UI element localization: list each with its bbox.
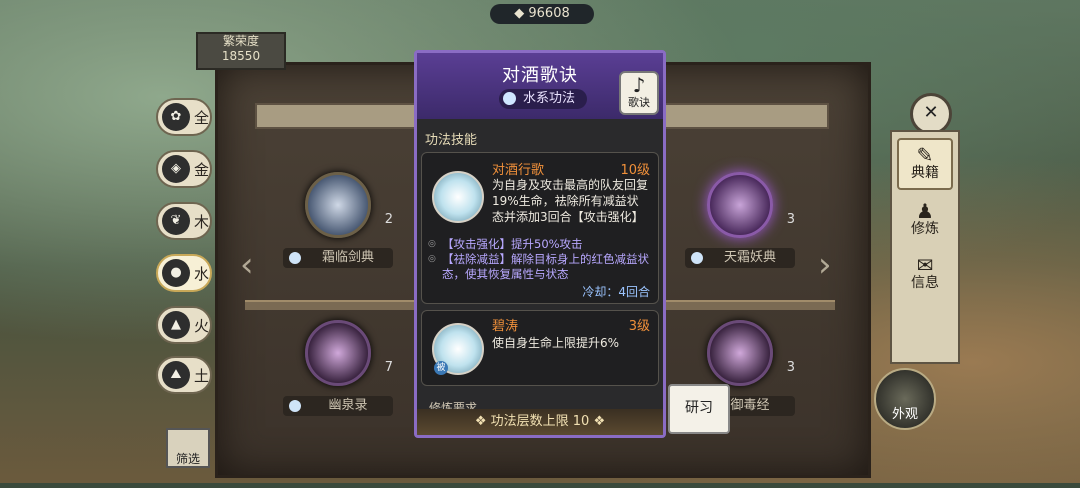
arrow-left-icon[interactable]: ‹ (240, 245, 266, 285)
tab-label: 信息 (911, 275, 939, 291)
next-section-title: 修炼要求 (429, 401, 478, 409)
skill-desc: 为自身及攻击最高的队友回复19%生命，祛除所有减益状态并添加3回合【攻击强化】 (492, 178, 649, 224)
earth-icon: ⛰ (162, 361, 190, 389)
water-drop-icon (503, 92, 516, 105)
element-tag-label: 水系功法 (522, 91, 575, 106)
cooldown-text: 冷却：4回合 (582, 285, 650, 299)
tab-label: 修炼 (911, 221, 939, 237)
element-label: 木 (194, 212, 210, 231)
book-name: 幽泉录 (283, 396, 393, 416)
reputation-panel: 繁荣度 18550 (196, 32, 286, 70)
filter-button[interactable]: 筛选 (166, 428, 210, 468)
element-label: 全 (194, 108, 210, 127)
book-item[interactable]: 2 霜临剑典 (283, 172, 393, 268)
book-name: 天霜妖典 (685, 248, 795, 268)
resource-value: 96608 (528, 6, 570, 21)
skill-card: 被 碧涛 3级 使自身生命上限提升6% (421, 310, 659, 386)
book-icon (305, 320, 371, 386)
book-icon (707, 320, 773, 386)
book-tab-icon: ✎ (916, 143, 934, 167)
skill-level: 3级 (628, 319, 650, 334)
appearance-button[interactable]: 外观 (874, 368, 936, 430)
effect-item: 【祛除减益】解除目标身上的红色减益状态，使其恢复属性与状态 (428, 252, 650, 282)
book-icon (707, 172, 773, 238)
effect-item: 【攻击强化】提升50%攻击 (428, 237, 650, 252)
book-item[interactable]: 7 幽泉录 (283, 320, 393, 416)
skill-level: 10级 (620, 163, 650, 178)
element-filter-water[interactable]: ● 水 (156, 254, 212, 292)
wood-icon: ❦ (162, 207, 190, 235)
reputation-label: 繁荣度 (222, 34, 259, 48)
resource-counter: ◆ 96608 (490, 4, 594, 24)
book-level: 3 (786, 212, 795, 227)
book-level: 3 (786, 360, 795, 375)
all-icon: ✿ (162, 103, 190, 131)
tab-cultivate[interactable]: ♟ 修炼 (899, 196, 951, 244)
book-level: 2 (384, 212, 393, 227)
skill-name: 碧涛 (492, 319, 519, 334)
dialog-footer: ❖ 功法层数上限 10 ❖ (417, 409, 663, 435)
book-name: 霜临剑典 (283, 248, 393, 268)
book-level: 7 (384, 360, 393, 375)
study-label: 研习 (685, 400, 713, 416)
dialog-header: 对酒歌诀 水系功法 ♪ 歌诀 (417, 53, 663, 119)
tab-classics[interactable]: ✎ 典籍 (897, 138, 953, 190)
element-filter-all[interactable]: ✿ 全 (156, 98, 212, 136)
arrow-right-icon[interactable]: › (818, 245, 844, 285)
study-button[interactable]: 研习 (668, 384, 730, 434)
fire-icon: ▲ (162, 311, 190, 339)
book-icon (305, 172, 371, 238)
skill-desc: 使自身生命上限提升6% (492, 336, 620, 350)
reputation-value: 18550 (221, 49, 261, 63)
skill-name: 对酒行歌 (492, 163, 545, 178)
appearance-label: 外观 (891, 407, 918, 422)
book-item[interactable]: 3 天霜妖典 (685, 172, 795, 268)
filter-label: 筛选 (175, 452, 200, 466)
element-label: 火 (194, 316, 210, 335)
song-icon: ♪ (632, 73, 646, 97)
section-title: 功法技能 (425, 133, 478, 148)
water-icon: ● (162, 259, 190, 287)
tab-label: 典籍 (911, 165, 939, 181)
cultivate-icon: ♟ (916, 199, 934, 223)
close-icon[interactable]: ✕ (910, 93, 952, 135)
skill-card: 对酒行歌 10级 为自身及攻击最高的队友回复19%生命，祛除所有减益状态并添加3… (421, 152, 659, 304)
effect-list: 【攻击强化】提升50%攻击 【祛除减益】解除目标身上的红色减益状态，使其恢复属性… (428, 237, 650, 282)
side-tabs: ✎ 典籍 ♟ 修炼 ✉ 信息 (890, 130, 960, 364)
metal-icon: ◈ (162, 155, 190, 183)
element-label: 水 (194, 264, 210, 283)
element-filter-fire[interactable]: ▲ 火 (156, 306, 212, 344)
type-badge: ♪ 歌诀 (619, 71, 659, 115)
element-filter-metal[interactable]: ◈ 金 (156, 150, 212, 188)
passive-tag: 被 (434, 361, 448, 375)
element-label: 金 (194, 160, 210, 179)
skill-avatar-icon (432, 171, 484, 223)
info-icon: ✉ (916, 253, 934, 277)
element-filter-earth[interactable]: ⛰ 土 (156, 356, 212, 394)
element-label: 土 (194, 366, 210, 385)
tab-info[interactable]: ✉ 信息 (899, 250, 951, 298)
skill-detail-dialog: 对酒歌诀 水系功法 ♪ 歌诀 功法技能 对酒行歌 10级 为自身及攻击最高的队友回… (414, 50, 666, 438)
element-filter-wood[interactable]: ❦ 木 (156, 202, 212, 240)
element-tag: 水系功法 (499, 89, 587, 109)
footer-text: 功法层数上限 10 (490, 414, 590, 429)
